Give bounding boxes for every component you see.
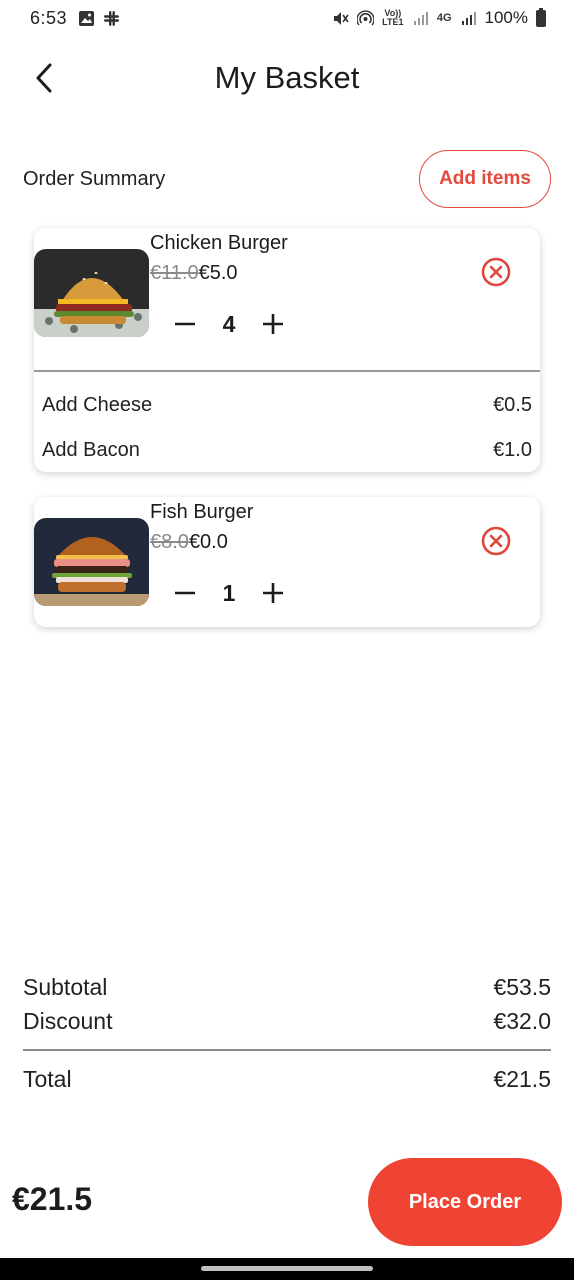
page-title: My Basket <box>214 60 360 95</box>
network-type-label: 4G <box>436 11 452 24</box>
original-price: €11.0 <box>150 262 199 284</box>
increase-quantity-button[interactable] <box>258 578 288 608</box>
discounted-price: €5.0 <box>198 262 238 284</box>
increase-quantity-button[interactable] <box>258 309 288 339</box>
discount-label: Discount <box>23 1008 113 1034</box>
subtotal-label: Subtotal <box>23 974 108 1000</box>
addon-name: Add Cheese <box>42 394 153 416</box>
remove-item-button[interactable] <box>480 525 512 557</box>
subtotal-value: €53.5 <box>493 974 551 1000</box>
close-circle-icon <box>481 526 511 556</box>
plus-icon <box>263 314 283 334</box>
close-circle-icon <box>481 257 511 287</box>
addon-row: Add Cheese €0.5 <box>42 394 532 417</box>
home-gesture-handle[interactable] <box>201 1266 373 1271</box>
item-price: €11.0€5.0 <box>150 262 238 285</box>
place-order-button[interactable]: Place Order <box>368 1158 562 1246</box>
volte-label: Vo)) LTE1 <box>382 8 404 27</box>
status-notification-icons <box>78 10 120 27</box>
quantity-value: 1 <box>222 579 236 606</box>
quantity-stepper: 1 <box>170 573 288 613</box>
order-summary-label: Order Summary <box>23 168 166 190</box>
basket-item-card: Fish Burger €8.0€0.0 1 <box>34 497 540 627</box>
decrease-quantity-button[interactable] <box>170 578 200 608</box>
item-price: €8.0€0.0 <box>150 531 228 554</box>
minus-icon <box>175 322 195 326</box>
addon-price: €1.0 <box>493 439 532 461</box>
item-name: Fish Burger <box>150 501 254 523</box>
card-divider <box>34 370 540 372</box>
discounted-price: €0.0 <box>188 531 228 553</box>
status-system-icons: Vo)) LTE1 4G 100% <box>332 7 546 28</box>
slack-icon <box>104 11 119 26</box>
system-navigation-bar <box>0 1258 574 1280</box>
original-price: €8.0 <box>150 531 189 553</box>
battery-percentage: 100% <box>484 8 528 27</box>
addon-row: Add Bacon €1.0 <box>42 439 532 462</box>
total-row: Total €21.5 <box>23 1066 551 1093</box>
status-time: 6:53 <box>30 8 68 28</box>
totals-divider <box>23 1049 551 1051</box>
signal-icon <box>413 11 428 25</box>
subtotal-row: Subtotal €53.5 <box>23 974 551 1001</box>
discount-value: €32.0 <box>493 1008 551 1034</box>
quantity-stepper: 4 <box>170 304 288 344</box>
gallery-icon <box>79 11 94 26</box>
minus-icon <box>175 591 195 595</box>
total-label: Total <box>23 1066 72 1092</box>
addon-price: €0.5 <box>493 394 532 416</box>
status-bar: 6:53 Vo)) LTE1 4G 100% <box>0 0 574 38</box>
quantity-value: 4 <box>222 310 236 337</box>
hotspot-icon <box>356 9 374 25</box>
decrease-quantity-button[interactable] <box>170 309 200 339</box>
basket-item-card: Chicken Burger €11.0€5.0 4 Add Cheese €0… <box>34 228 540 472</box>
chicken-burger-image <box>34 249 149 337</box>
plus-icon <box>263 583 283 603</box>
signal-icon-2 <box>461 11 476 25</box>
footer-total: €21.5 <box>12 1181 93 1217</box>
mute-icon <box>333 11 349 25</box>
addon-name: Add Bacon <box>42 439 140 461</box>
item-name: Chicken Burger <box>150 232 288 254</box>
discount-row: Discount €32.0 <box>23 1008 551 1035</box>
total-value: €21.5 <box>493 1066 551 1092</box>
add-items-button[interactable]: Add items <box>419 150 551 208</box>
remove-item-button[interactable] <box>480 256 512 288</box>
fish-burger-image <box>34 518 149 606</box>
battery-icon <box>536 7 546 27</box>
